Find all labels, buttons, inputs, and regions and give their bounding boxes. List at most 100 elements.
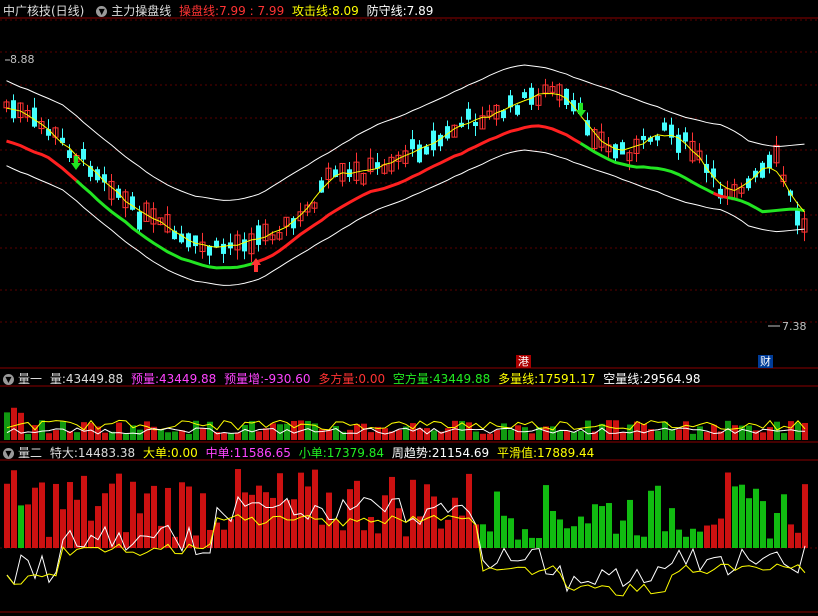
volume-bar <box>11 407 17 440</box>
flow-bar-down <box>760 501 766 548</box>
flow-bar-up <box>67 482 73 548</box>
flow-bar-down <box>564 528 570 548</box>
flow-bar-up <box>389 476 395 548</box>
flow-bar-down <box>683 536 689 548</box>
candle-body-down <box>207 245 212 256</box>
flow-bar-up <box>704 525 710 548</box>
candle-body-down <box>795 208 800 226</box>
candle-body-down <box>620 142 625 155</box>
flow-bar-down <box>774 513 780 548</box>
volume-bar <box>683 421 689 440</box>
high-price-label: 8.88 <box>10 53 35 66</box>
volume-bar <box>18 412 24 440</box>
flow-bar-down <box>606 503 612 548</box>
flow-bar-up <box>340 530 346 548</box>
volume-bar <box>284 423 290 440</box>
candle-body-down <box>193 235 198 247</box>
flow-bar-up <box>109 483 115 548</box>
candle-body-down <box>242 239 247 252</box>
volume-bar <box>669 429 675 440</box>
flow-bar-down <box>515 539 521 548</box>
flow-bar-down <box>732 486 738 548</box>
volume-bar <box>676 429 682 440</box>
lower-band-line <box>6 149 805 286</box>
volume-bar <box>662 421 668 440</box>
flow-bar-up <box>165 487 171 548</box>
flow-bar-down <box>641 536 647 548</box>
flow-bar-up <box>333 519 339 548</box>
flow-bar-up <box>221 529 227 548</box>
candle-body-down <box>641 135 646 141</box>
flow-bar-down <box>508 518 514 548</box>
candle-body-down <box>95 169 100 181</box>
flow-bar-down <box>620 520 626 548</box>
candle-body-down <box>32 107 37 127</box>
flow-bar-up <box>88 520 94 548</box>
flow-bar-up <box>186 486 192 548</box>
flow-bar-down <box>599 506 605 548</box>
volume-bar <box>172 431 178 440</box>
flow-bar-down <box>578 516 584 548</box>
volume-bar <box>242 425 248 440</box>
flow-bar-down <box>529 537 535 548</box>
flow-bar-down <box>690 528 696 548</box>
flow-bar-down <box>522 529 528 548</box>
volume-bar <box>263 428 269 440</box>
volume-bar <box>228 433 234 440</box>
flow-bar-up <box>53 483 59 548</box>
volume-bar <box>529 433 535 440</box>
volume-bar <box>158 429 164 440</box>
flow-bar-up <box>438 528 444 548</box>
flow-bar-down <box>494 491 500 548</box>
flow-bar-up <box>277 473 283 548</box>
volume-bar <box>200 428 206 440</box>
volume-bar <box>466 422 472 440</box>
volume-bar <box>781 433 787 440</box>
flow-bar-up <box>711 524 717 548</box>
candle-body-down <box>431 130 436 151</box>
flow-bar-down <box>753 488 759 548</box>
finance-report-mark[interactable]: 财 <box>758 355 773 368</box>
flow-bar-down <box>697 531 703 548</box>
flow-bar-down <box>648 490 654 548</box>
volume-bar <box>599 423 605 440</box>
flow-bar-up <box>802 484 808 548</box>
flow-bar-up <box>32 487 38 548</box>
volume-bar <box>116 422 122 440</box>
flow-bar-up <box>284 499 290 548</box>
flow-bar-down <box>676 529 682 548</box>
volume-bar <box>501 423 507 440</box>
flow-bar-down <box>662 531 668 548</box>
hk-connect-mark[interactable]: 港 <box>516 355 531 368</box>
volume-bar <box>347 429 353 440</box>
flow-bar-up <box>354 480 360 548</box>
candle-body-down <box>424 146 429 155</box>
flow-bar-down <box>543 485 549 548</box>
volume-bar <box>690 433 696 440</box>
flow-bar-up <box>46 536 52 548</box>
flow-bar-down <box>480 524 486 548</box>
flow-bar-up <box>396 508 402 548</box>
candle-body-down <box>613 144 618 159</box>
flow-bar-up <box>459 515 465 548</box>
volume-bar <box>291 420 297 440</box>
candle-body-down <box>319 180 324 193</box>
volume-bar <box>620 432 626 440</box>
volume-bar <box>186 433 192 440</box>
candle-body-down <box>473 121 478 127</box>
volume-bar <box>487 433 493 440</box>
chart-canvas[interactable] <box>0 0 818 616</box>
flow-bar-up <box>151 485 157 548</box>
sell-arrow-icon <box>576 103 586 117</box>
volume-bar <box>368 432 374 440</box>
volume-bar <box>123 433 129 440</box>
flow-bar-down <box>557 519 563 548</box>
volume-bar <box>361 423 367 440</box>
flow-bar-down <box>550 510 556 548</box>
flow-bar-up <box>137 513 143 548</box>
volume-bar <box>508 429 514 440</box>
volume-bar <box>256 431 262 440</box>
volume-bar <box>102 432 108 440</box>
smooth-value-line <box>6 514 806 597</box>
flow-bar-down <box>571 526 577 548</box>
